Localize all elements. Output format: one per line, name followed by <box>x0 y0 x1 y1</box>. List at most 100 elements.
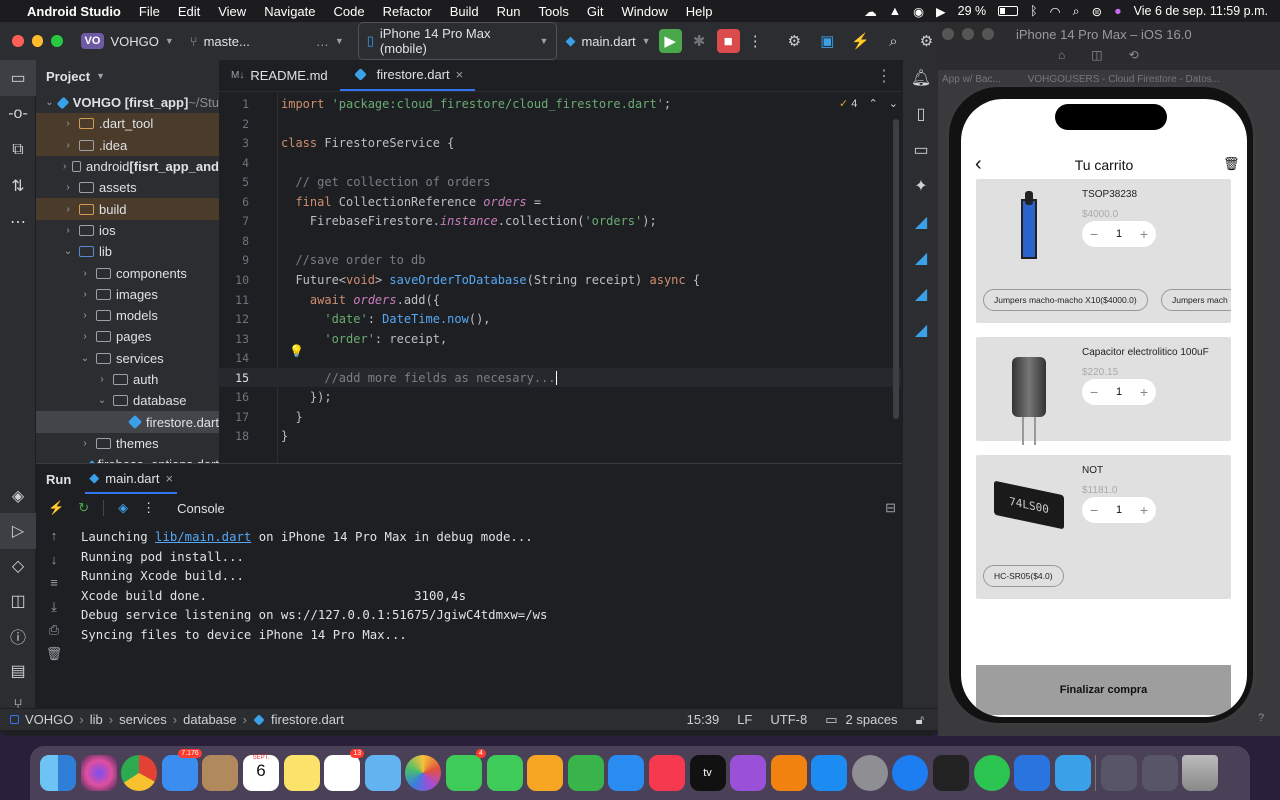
breadcrumb-item[interactable]: database <box>183 712 237 727</box>
minus-icon[interactable]: − <box>1090 384 1098 400</box>
accessory-chip[interactable]: HC-SR05($4.0) <box>983 565 1064 587</box>
breadcrumb-item[interactable]: services <box>119 712 167 727</box>
tree-item[interactable]: ⌄ database <box>36 390 219 411</box>
menu-item-run[interactable]: Run <box>488 4 530 19</box>
play-circle-icon[interactable]: ▶ <box>936 4 946 19</box>
tree-item[interactable]: › pages <box>36 326 219 347</box>
home-icon[interactable]: ⌂ <box>1058 48 1065 62</box>
chevron-right-icon[interactable]: › <box>78 310 92 321</box>
minus-icon[interactable]: − <box>1090 502 1098 518</box>
finder-icon[interactable] <box>40 755 76 791</box>
tree-item[interactable]: › android [fisrt_app_and <box>36 156 219 177</box>
menu-item-git[interactable]: Git <box>578 4 613 19</box>
breadcrumb-item[interactable]: lib <box>90 712 103 727</box>
editor-scrollbar[interactable] <box>893 119 899 419</box>
menu-item-file[interactable]: File <box>130 4 169 19</box>
arrow-up-icon[interactable]: ↑ <box>42 528 66 552</box>
indent-setting[interactable]: 2 spaces <box>846 712 898 727</box>
terminal-app-icon[interactable] <box>933 755 970 791</box>
pages-icon[interactable] <box>527 755 564 791</box>
run-tab-main[interactable]: ◆ main.dart × <box>85 464 178 494</box>
code-editor[interactable]: 1 import 'package:cloud_firestore/cloud_f… <box>219 93 901 503</box>
chevron-right-icon[interactable]: › <box>78 331 92 342</box>
flutter-attach-button[interactable]: ⚙ <box>783 29 806 53</box>
settings-button[interactable]: ⚙ <box>915 29 938 53</box>
photos-icon[interactable] <box>405 755 442 791</box>
tree-item[interactable]: › ios <box>36 220 219 241</box>
line-separator[interactable]: LF <box>737 712 752 727</box>
battery-icon[interactable] <box>998 6 1019 16</box>
accessory-chip[interactable]: Jumpers macho-macho X10($4000.0) <box>983 289 1148 311</box>
lock-icon[interactable]: 🔓︎ <box>916 712 924 728</box>
editor-tab[interactable]: firestore.dart × <box>339 59 476 91</box>
accessory-chip[interactable]: Jumpers mach <box>1161 289 1231 311</box>
sim-zoom-button[interactable] <box>982 28 994 40</box>
system-settings-icon[interactable] <box>851 755 888 791</box>
editor-tab[interactable]: M↓ README.md <box>219 59 340 91</box>
menu-item-build[interactable]: Build <box>441 4 488 19</box>
trash-icon[interactable]: 🗑︎ <box>1223 156 1240 172</box>
contacts-icon[interactable] <box>202 755 239 791</box>
flutter-inspector-button[interactable]: ▣ <box>816 29 839 53</box>
chevron-right-icon[interactable]: › <box>61 140 75 151</box>
plus-icon[interactable]: + <box>1140 502 1148 518</box>
menu-item-edit[interactable]: Edit <box>169 4 209 19</box>
terminal-button[interactable]: ▤ <box>0 653 36 689</box>
chevron-right-icon[interactable]: › <box>95 374 109 385</box>
breadcrumb-item[interactable]: firestore.dart <box>271 712 344 727</box>
soft-wrap-icon[interactable]: ≡ <box>42 575 66 599</box>
numbers-icon[interactable] <box>567 755 604 791</box>
zoom-window-button[interactable] <box>51 35 63 47</box>
gemini-button[interactable]: ✦ <box>903 168 938 204</box>
tree-item[interactable]: › models <box>36 305 219 326</box>
messages-icon[interactable]: 4 <box>445 749 486 791</box>
bluetooth-icon[interactable]: ᛒ <box>1030 4 1038 18</box>
close-icon[interactable]: × <box>456 67 464 82</box>
trash-icon[interactable] <box>1182 755 1219 791</box>
screenshot-icon[interactable]: ◫ <box>1091 48 1102 62</box>
console-output[interactable]: Launching lib/main.dart on iPhone 14 Pro… <box>81 528 547 645</box>
sim-close-button[interactable] <box>942 28 954 40</box>
plus-icon[interactable]: + <box>1140 226 1148 242</box>
dart-analysis-button[interactable]: ◈ <box>0 478 36 514</box>
hot-restart-icon[interactable]: ↻ <box>78 500 89 516</box>
menu-item-refactor[interactable]: Refactor <box>374 4 441 19</box>
search-everywhere-button[interactable]: ⌕ <box>882 29 905 53</box>
minimize-window-button[interactable] <box>31 35 44 47</box>
device-manager-button[interactable]: ▯ <box>903 96 938 132</box>
tree-item[interactable]: firestore.dart <box>36 411 219 433</box>
tree-item[interactable]: › images <box>36 284 219 305</box>
siri-app-icon[interactable] <box>80 755 117 791</box>
run-config-selector[interactable]: ◆ main.dart ▼ <box>557 30 658 52</box>
menu-item-code[interactable]: Code <box>325 4 374 19</box>
calendar-icon[interactable]: SEPT. 6 <box>242 755 279 791</box>
apple-tv-icon[interactable]: tv <box>689 755 726 791</box>
project-selector[interactable]: VO VOHGO ▼ <box>73 30 182 52</box>
run-button[interactable]: ▶ <box>658 29 682 53</box>
pull-requests-tool-button[interactable]: ⇅ <box>0 168 36 204</box>
chevron-right-icon[interactable]: › <box>78 438 92 449</box>
minus-icon[interactable]: − <box>1090 226 1098 242</box>
layout-icon[interactable]: ⊟ <box>885 500 896 516</box>
menu-item-navigate[interactable]: Navigate <box>255 4 324 19</box>
menu-item-tools[interactable]: Tools <box>530 4 578 19</box>
project-tool-button[interactable]: ▭ <box>0 60 36 96</box>
plus-icon[interactable]: + <box>1140 384 1148 400</box>
stop-button[interactable]: ■ <box>716 29 740 53</box>
trash-icon[interactable]: 🗑︎ <box>42 646 66 670</box>
search-icon[interactable]: ⌕ <box>1073 4 1080 19</box>
user-icon[interactable]: ◉ <box>913 4 924 19</box>
hot-reload-button[interactable]: ⚡ <box>849 29 872 53</box>
chevron-right-icon[interactable]: › <box>61 182 75 193</box>
print-icon[interactable]: ⎙ <box>42 622 66 646</box>
console-tab[interactable]: Console <box>177 501 225 516</box>
siri-icon[interactable]: ● <box>1114 4 1122 18</box>
tree-item[interactable]: ⌄ services <box>36 348 219 369</box>
reminders-icon[interactable]: 13 <box>324 749 365 791</box>
recent-window-2[interactable] <box>1141 755 1178 791</box>
checkout-button[interactable]: Finalizar compra <box>976 665 1231 715</box>
problems-button[interactable]: ⓘ <box>0 618 36 654</box>
rotate-icon[interactable]: ⟲ <box>1129 48 1139 62</box>
tree-item[interactable]: › themes <box>36 433 219 454</box>
tree-item[interactable]: › assets <box>36 177 219 198</box>
